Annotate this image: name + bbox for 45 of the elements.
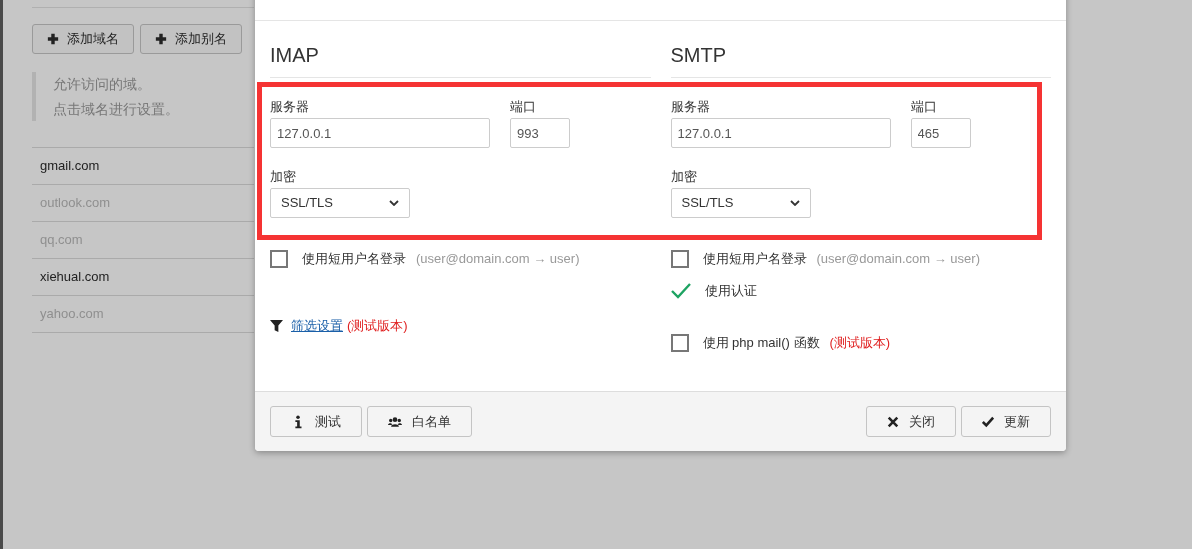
checkbox-label: 使用短用户名登录 xyxy=(702,250,807,269)
checkbox-label: 使用 php mail() 函数 xyxy=(702,334,820,353)
close-icon xyxy=(887,415,899,428)
port-field[interactable]: 993 xyxy=(510,118,570,148)
chevron-down-icon xyxy=(789,200,800,206)
note-text: (user@domain.com → user) xyxy=(816,250,980,269)
encryption-select[interactable]: SSL/TLS xyxy=(670,188,811,218)
section-heading: IMAP xyxy=(270,41,651,78)
server-field[interactable]: 127.0.0.1 xyxy=(270,118,490,148)
section-heading: SMTP xyxy=(670,41,1051,78)
checkbox[interactable] xyxy=(270,250,288,268)
checkbox-label: 使用短用户名登录 xyxy=(302,250,406,269)
whitelist-button[interactable]: 白名单 xyxy=(367,406,472,437)
test-button[interactable]: 测试 xyxy=(270,406,362,437)
field-label: 服务器 xyxy=(670,98,711,116)
checkbox[interactable] xyxy=(670,250,689,268)
field-label: 服务器 xyxy=(270,98,310,116)
users-icon xyxy=(388,414,402,429)
field-label: 端口 xyxy=(510,98,537,116)
hint-text: 允许访问的域。 xyxy=(53,75,152,94)
note-text: (user@domain.com → user) xyxy=(416,250,580,269)
domain-item[interactable]: gmail.com xyxy=(32,148,254,185)
chevron-down-icon xyxy=(389,200,399,206)
close-button[interactable]: 关闭 xyxy=(866,406,956,437)
plus-icon xyxy=(47,33,59,45)
add-button[interactable]: 添加域名 xyxy=(32,24,134,54)
settings-link[interactable]: 筛选设置 xyxy=(291,316,343,336)
checkbox-label: 使用认证 xyxy=(704,282,757,301)
hint-text: 点击域名进行设置。 xyxy=(53,100,180,119)
server-field[interactable]: 127.0.0.1 xyxy=(670,118,891,148)
filter-icon xyxy=(270,319,283,333)
check-icon xyxy=(982,415,994,428)
update-button[interactable]: 更新 xyxy=(961,406,1051,437)
port-field[interactable]: 465 xyxy=(910,118,971,148)
field-label: 端口 xyxy=(910,98,938,116)
add-button[interactable]: 添加别名 xyxy=(140,24,242,54)
domain-item[interactable]: xiehual.com xyxy=(32,259,254,296)
checkbox[interactable] xyxy=(670,334,689,352)
note-text: (测试版本) xyxy=(347,317,408,336)
field-label: 加密 xyxy=(670,168,698,186)
plus-icon xyxy=(155,33,167,45)
checkmark-icon[interactable] xyxy=(670,283,691,299)
field-label: 加密 xyxy=(270,168,297,186)
note-text: (测试版本) xyxy=(829,334,891,353)
encryption-select[interactable]: SSL/TLS xyxy=(270,188,410,218)
